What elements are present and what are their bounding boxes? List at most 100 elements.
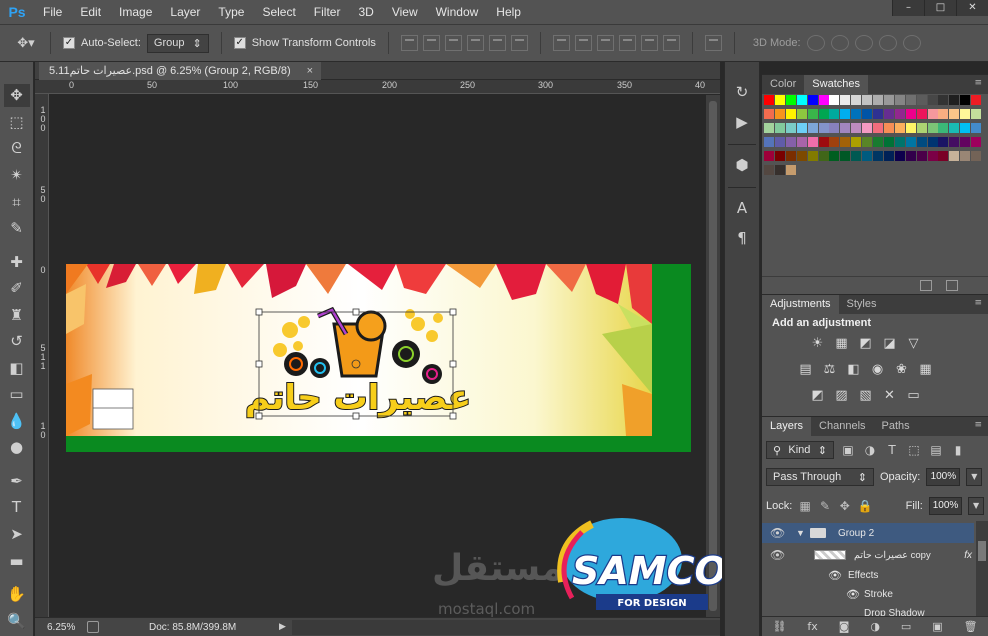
color-swatch[interactable] [774, 151, 785, 161]
color-swatch[interactable] [851, 95, 862, 105]
color-swatch[interactable] [840, 137, 851, 147]
color-swatch[interactable] [916, 123, 927, 133]
eyedropper-icon[interactable]: ✎ [4, 217, 30, 240]
3d-roll-icon[interactable] [830, 35, 849, 51]
color-swatch[interactable] [807, 109, 818, 119]
color-swatch[interactable] [829, 109, 840, 119]
color-swatch[interactable] [971, 109, 982, 119]
menu-type[interactable]: Type [209, 0, 253, 24]
color-swatch[interactable] [905, 137, 916, 147]
color-swatch[interactable] [927, 95, 938, 105]
type-tool-icon[interactable]: T [4, 496, 30, 519]
color-swatch[interactable] [851, 137, 862, 147]
color-swatch[interactable] [960, 151, 971, 161]
move-tool-icon[interactable]: ✥ [3, 84, 30, 107]
eraser-tool-icon[interactable]: ◧ [4, 357, 30, 380]
color-swatch[interactable] [796, 151, 807, 161]
color-swatch[interactable] [883, 95, 894, 105]
menu-image[interactable]: Image [110, 0, 161, 24]
history-panel-icon[interactable]: ↻ [727, 80, 757, 104]
tab-paths[interactable]: Paths [874, 417, 918, 436]
color-swatch[interactable] [960, 123, 971, 133]
align-vertical-centers-icon[interactable] [422, 35, 440, 51]
move-tool-icon[interactable]: ✥▾ [14, 32, 38, 54]
effect-stroke-row[interactable]: 👁 Stroke [762, 584, 974, 604]
scrollbar-thumb[interactable] [978, 541, 986, 561]
color-swatch[interactable] [774, 165, 785, 175]
zoom-level[interactable]: 6.25% [35, 622, 87, 633]
posterize-icon[interactable]: ▨ [834, 389, 849, 403]
color-swatch[interactable] [818, 109, 829, 119]
distribute-left-icon[interactable] [618, 35, 636, 51]
layer-effects-row[interactable]: 👁 Effects [762, 565, 974, 585]
color-swatch[interactable] [862, 109, 873, 119]
fill-field[interactable]: 100% [928, 497, 963, 515]
color-swatch[interactable] [938, 123, 949, 133]
color-swatch[interactable] [905, 123, 916, 133]
color-swatch[interactable] [883, 151, 894, 161]
color-swatch[interactable] [949, 123, 960, 133]
canvas-vertical-scrollbar[interactable] [706, 95, 720, 617]
distribute-top-icon[interactable] [552, 35, 570, 51]
menu-select[interactable]: Select [253, 0, 304, 24]
hue-saturation-icon[interactable]: ▤ [798, 363, 813, 377]
tab-channels[interactable]: Channels [811, 417, 873, 436]
invert-icon[interactable]: ◩ [810, 389, 825, 403]
path-selection-icon[interactable]: ➤ [4, 523, 30, 546]
3d-panel-icon[interactable]: ⬢ [727, 153, 757, 177]
marquee-tool-icon[interactable]: ⬚ [4, 111, 30, 134]
dodge-tool-icon[interactable]: ● [4, 436, 30, 459]
brightness-contrast-icon[interactable]: ☀ [810, 337, 825, 351]
color-swatch[interactable] [938, 151, 949, 161]
filter-type-icon[interactable]: T [884, 443, 900, 457]
lock-transparent-icon[interactable]: ▦ [798, 499, 812, 513]
crop-tool-icon[interactable]: ⌗ [4, 190, 30, 213]
3d-pan-icon[interactable] [854, 35, 873, 51]
color-swatch[interactable] [862, 95, 873, 105]
document-canvas[interactable]: عصيرات حاتم [66, 264, 691, 452]
color-swatch[interactable] [829, 151, 840, 161]
vibrance-icon[interactable]: ▽ [906, 337, 921, 351]
filter-toggle-icon[interactable]: ▮ [950, 443, 966, 457]
color-swatch[interactable] [840, 123, 851, 133]
tab-styles[interactable]: Styles [839, 295, 885, 314]
align-top-edges-icon[interactable] [400, 35, 418, 51]
color-swatch[interactable] [796, 95, 807, 105]
color-swatch[interactable] [851, 109, 862, 119]
color-swatch[interactable] [916, 151, 927, 161]
color-swatch[interactable] [785, 123, 796, 133]
levels-icon[interactable]: ▦ [834, 337, 849, 351]
color-lookup-icon[interactable]: ▦ [918, 363, 933, 377]
color-swatch[interactable] [785, 165, 796, 175]
align-horizontal-centers-icon[interactable] [488, 35, 506, 51]
color-swatch[interactable] [807, 95, 818, 105]
show-transform-checkbox[interactable]: ✓ [233, 37, 246, 49]
pen-tool-icon[interactable]: ✒ [4, 470, 30, 493]
3d-scale-icon[interactable] [902, 35, 921, 51]
color-swatch[interactable] [949, 95, 960, 105]
color-swatch[interactable] [949, 151, 960, 161]
layer-row-text-copy[interactable]: 👁 عصيرات حاتم copy fx [762, 545, 974, 565]
auto-align-layers-icon[interactable] [704, 35, 722, 51]
color-swatch[interactable] [785, 151, 796, 161]
color-swatch[interactable] [971, 95, 982, 105]
document-tab[interactable]: 5.11عصيرات حاتم.psd @ 6.25% (Group 2, RG… [39, 62, 321, 80]
color-swatch[interactable] [840, 109, 851, 119]
history-brush-icon[interactable]: ↺ [4, 330, 30, 353]
distribute-bottom-icon[interactable] [596, 35, 614, 51]
color-swatch[interactable] [883, 109, 894, 119]
gradient-map-icon[interactable]: ▭ [906, 389, 921, 403]
maximize-button[interactable]: □ [924, 0, 956, 16]
filter-adjustment-icon[interactable]: ◑ [862, 443, 878, 457]
color-swatch[interactable] [938, 109, 949, 119]
curves-icon[interactable]: ◩ [858, 337, 873, 351]
close-tab-icon[interactable]: × [307, 62, 313, 80]
black-white-icon[interactable]: ◧ [846, 363, 861, 377]
new-group-icon[interactable]: ▭ [901, 620, 911, 633]
canvas-horizontal-scrollbar[interactable] [291, 619, 720, 635]
color-swatch[interactable] [971, 137, 982, 147]
menu-3d[interactable]: 3D [349, 0, 382, 24]
color-swatch[interactable] [971, 151, 982, 161]
color-swatch[interactable] [818, 137, 829, 147]
eye-icon[interactable]: 👁 [770, 526, 785, 540]
